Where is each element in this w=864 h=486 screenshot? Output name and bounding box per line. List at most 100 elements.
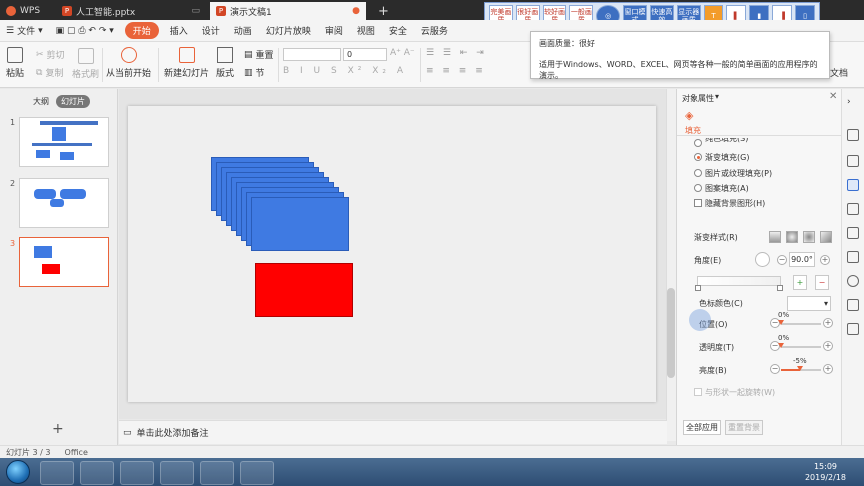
help-icon[interactable]: [847, 323, 859, 335]
transparency-increase-button[interactable]: +: [823, 341, 833, 351]
fill-bucket-icon[interactable]: ◈: [685, 109, 693, 122]
reset-background-button[interactable]: 重置背景: [725, 420, 763, 435]
vertical-scrollbar[interactable]: [666, 89, 676, 441]
apply-all-button[interactable]: 全部应用: [683, 420, 721, 435]
close-icon[interactable]: ✕: [829, 91, 837, 102]
picture-fill-radio[interactable]: [694, 169, 702, 177]
add-slide-button[interactable]: +: [52, 421, 64, 437]
list-icons[interactable]: ☰ ☰ ⇤ ⇥: [426, 48, 487, 58]
chevron-down-icon[interactable]: ▾: [715, 92, 719, 101]
brightness-slider[interactable]: [781, 366, 821, 371]
taskbar-app-icon[interactable]: [120, 461, 154, 485]
gradient-rect-icon[interactable]: [803, 231, 815, 243]
pattern-fill-radio[interactable]: [694, 184, 702, 192]
template-icon[interactable]: [847, 251, 859, 263]
gradient-style-label: 渐变样式(R): [694, 233, 738, 242]
system-clock[interactable]: 15:09 2019/2/18: [805, 461, 846, 483]
tab-security[interactable]: 安全: [382, 24, 414, 37]
tab-document-1[interactable]: P 人工智能.pptx ▭: [56, 2, 206, 20]
gradient-linear-icon[interactable]: [769, 231, 781, 243]
tab-outline[interactable]: 大纲: [28, 95, 54, 108]
gradient-stop-bar[interactable]: [697, 276, 781, 286]
unsaved-dot-icon[interactable]: ●: [352, 6, 360, 16]
slide-thumbnail-3[interactable]: [19, 237, 109, 287]
new-tab-button[interactable]: +: [372, 2, 392, 20]
angle-input[interactable]: 90.0°: [789, 252, 815, 267]
share-icon[interactable]: [847, 275, 859, 287]
tab-pin-icon[interactable]: ▭: [191, 6, 200, 16]
tab-slideshow[interactable]: 幻灯片放映: [259, 24, 318, 37]
taskbar-app-icon[interactable]: [200, 461, 234, 485]
brightness-increase-button[interactable]: +: [823, 364, 833, 374]
gradient-fill-radio[interactable]: [694, 153, 702, 161]
hide-background-checkbox[interactable]: [694, 199, 702, 207]
slide-canvas[interactable]: [128, 106, 656, 402]
cut-button[interactable]: ✂ 剪切: [36, 48, 65, 62]
brightness-decrease-button[interactable]: −: [770, 364, 780, 374]
file-menu[interactable]: ☰ 文件 ▾: [0, 24, 49, 38]
tab-view[interactable]: 视图: [350, 24, 382, 37]
tab-animation[interactable]: 动画: [227, 24, 259, 37]
notes-bar[interactable]: ▭ 单击此处添加备注: [119, 420, 667, 444]
tab-document-2[interactable]: P 演示文稿1 ●: [210, 2, 366, 20]
play-from-current-button[interactable]: 从当前开始: [106, 47, 151, 79]
new-slide-button[interactable]: 新建幻灯片: [164, 47, 209, 79]
gradient-stop-handle[interactable]: [777, 285, 783, 291]
tab-design[interactable]: 设计: [195, 24, 227, 37]
solid-fill-radio[interactable]: [694, 139, 702, 147]
font-size-select[interactable]: 0: [343, 48, 387, 61]
tab-cloud[interactable]: 云服务: [414, 24, 455, 37]
taskbar-app-icon[interactable]: [160, 461, 194, 485]
slide-library-icon[interactable]: [847, 227, 859, 239]
gradient-path-icon[interactable]: [820, 231, 832, 243]
rotate-with-shape-checkbox[interactable]: [694, 388, 702, 396]
blue-rectangle[interactable]: [251, 197, 349, 251]
gradient-stop-handle[interactable]: [695, 285, 701, 291]
tab-review[interactable]: 审阅: [318, 24, 350, 37]
tab-slides[interactable]: 幻灯片: [56, 95, 90, 108]
red-rectangle[interactable]: [255, 263, 353, 317]
animation-icon[interactable]: [847, 155, 859, 167]
font-grow-icon[interactable]: A⁺ A⁻: [390, 48, 415, 58]
format-painter-button[interactable]: 格式刷: [72, 48, 99, 80]
add-stop-icon[interactable]: +: [793, 275, 807, 290]
remove-stop-icon[interactable]: −: [815, 275, 829, 290]
taskbar-app-icon[interactable]: [240, 461, 274, 485]
quick-access-icon[interactable]: ▣ ▢ ⎙ ↶ ↷ ▾: [49, 26, 121, 36]
slide-thumbnail-2[interactable]: [19, 178, 109, 228]
tab-start[interactable]: 开始: [124, 22, 159, 39]
explorer-taskbar-icon[interactable]: [40, 461, 74, 485]
section-button[interactable]: ▥ 节: [244, 66, 265, 80]
wps-home-tab[interactable]: WPS: [0, 2, 52, 20]
copy-button[interactable]: ⧉ 复制: [36, 66, 63, 80]
object-properties-icon[interactable]: [847, 129, 859, 141]
taskbar-app-icon[interactable]: [80, 461, 114, 485]
angle-dial-icon[interactable]: [755, 252, 770, 267]
properties-settings-icon[interactable]: [847, 179, 859, 191]
panel-title: 对象属性: [682, 94, 714, 103]
start-button[interactable]: [6, 460, 30, 484]
slider-knob[interactable]: [778, 343, 784, 348]
scrollbar-thumb[interactable]: [667, 288, 675, 378]
transition-icon[interactable]: [847, 203, 859, 215]
font-name-select[interactable]: [283, 48, 341, 61]
slide-thumbnail-1[interactable]: [19, 117, 109, 167]
stop-color-select[interactable]: ▾: [787, 296, 831, 311]
position-increase-button[interactable]: +: [823, 318, 833, 328]
position-slider[interactable]: [778, 320, 821, 325]
backup-icon[interactable]: [847, 299, 859, 311]
angle-decrease-button[interactable]: −: [777, 255, 787, 265]
text-format-icons[interactable]: B I U S X² X₂ A: [283, 66, 407, 76]
transparency-slider[interactable]: [778, 343, 821, 348]
tab-insert[interactable]: 插入: [163, 24, 195, 37]
gradient-radial-icon[interactable]: [786, 231, 798, 243]
doc-assistant-button[interactable]: 文档: [830, 66, 848, 79]
slider-knob[interactable]: [778, 320, 784, 325]
paste-button[interactable]: 粘贴: [6, 47, 24, 79]
layout-button[interactable]: 版式: [216, 47, 234, 79]
align-icons[interactable]: ≡ ≡ ≡ ≡: [426, 66, 486, 76]
collapse-icon[interactable]: ›: [847, 97, 859, 109]
reset-button[interactable]: ▤ 重置: [244, 48, 274, 62]
angle-increase-button[interactable]: +: [820, 255, 830, 265]
slider-knob[interactable]: [797, 366, 803, 371]
